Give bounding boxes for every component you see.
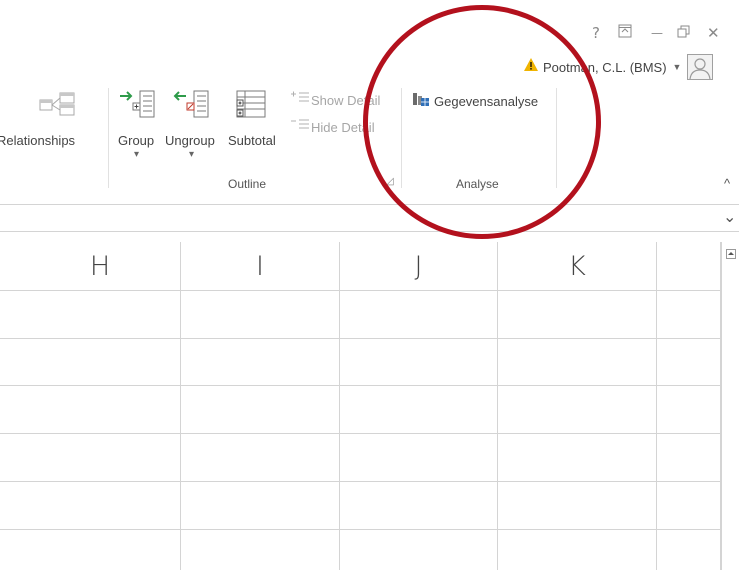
formula-bar[interactable] — [0, 205, 739, 231]
vertical-scrollbar[interactable] — [721, 242, 739, 570]
scroll-up-icon[interactable] — [726, 246, 736, 259]
formula-bar-bottom-border — [0, 231, 739, 232]
group-button[interactable]: Group — [118, 133, 154, 148]
hide-detail-icon — [289, 117, 311, 138]
subtotal-icon[interactable] — [233, 88, 273, 125]
expand-formula-bar-icon[interactable]: ⌄ — [723, 207, 736, 226]
close-icon[interactable]: ✕ — [707, 24, 720, 42]
column-header-k[interactable]: K — [498, 242, 656, 290]
outline-group-label: Outline — [228, 177, 267, 191]
show-detail-icon — [289, 90, 311, 111]
ungroup-icon[interactable] — [172, 88, 212, 125]
ungroup-dropdown-icon[interactable]: ▾ — [189, 149, 194, 160]
minimize-icon[interactable]: — — [651, 26, 663, 40]
restore-icon[interactable] — [677, 24, 690, 42]
annotation-circle — [363, 5, 601, 239]
column-header-h[interactable]: H — [20, 242, 180, 290]
group-icon[interactable] — [118, 88, 158, 125]
relationships-button[interactable]: Relationships — [0, 133, 75, 148]
ribbon-separator — [108, 88, 109, 188]
ungroup-button[interactable]: Ungroup — [165, 133, 215, 148]
collapse-ribbon-icon[interactable]: ^ — [724, 176, 730, 191]
subtotal-button[interactable]: Subtotal — [228, 133, 276, 148]
help-icon[interactable]: ? — [592, 24, 600, 42]
hide-detail-button[interactable]: Hide Detail — [289, 117, 375, 138]
column-header-i[interactable]: I — [181, 242, 339, 290]
avatar[interactable] — [687, 54, 714, 80]
column-header-l[interactable] — [657, 242, 720, 290]
account-dropdown-icon[interactable]: ▼ — [673, 62, 682, 72]
column-header-j[interactable]: J — [340, 242, 497, 290]
cell-area[interactable] — [0, 291, 720, 570]
ribbon-display-options-icon[interactable] — [618, 24, 632, 42]
relationships-icon[interactable] — [38, 91, 78, 122]
group-dropdown-icon[interactable]: ▾ — [134, 149, 139, 160]
